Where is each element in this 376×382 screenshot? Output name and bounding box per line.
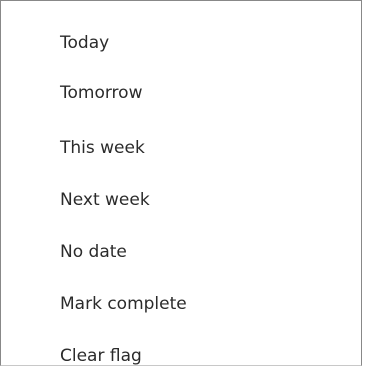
menu-item-tomorrow[interactable]: Tomorrow: [1, 63, 361, 122]
menu-item-label: Mark complete: [60, 294, 187, 314]
menu-item-no-date[interactable]: No date: [1, 226, 361, 278]
menu-item-label: This week: [60, 138, 145, 158]
context-menu: Today Tomorrow This week Next week No da…: [0, 0, 362, 366]
menu-item-mark-complete[interactable]: Mark complete: [1, 278, 361, 330]
menu-item-label: No date: [60, 242, 127, 262]
menu-item-this-week[interactable]: This week: [1, 122, 361, 174]
menu-item-clear-flag[interactable]: Clear flag: [1, 330, 361, 382]
menu-item-label: Clear flag: [60, 346, 142, 366]
menu-item-label: Next week: [60, 190, 150, 210]
menu-item-next-week[interactable]: Next week: [1, 174, 361, 226]
menu-list: Today Tomorrow This week Next week No da…: [1, 23, 361, 382]
menu-item-label: Tomorrow: [60, 82, 143, 103]
menu-item-label: Today: [60, 33, 110, 53]
menu-item-today[interactable]: Today: [1, 23, 361, 63]
